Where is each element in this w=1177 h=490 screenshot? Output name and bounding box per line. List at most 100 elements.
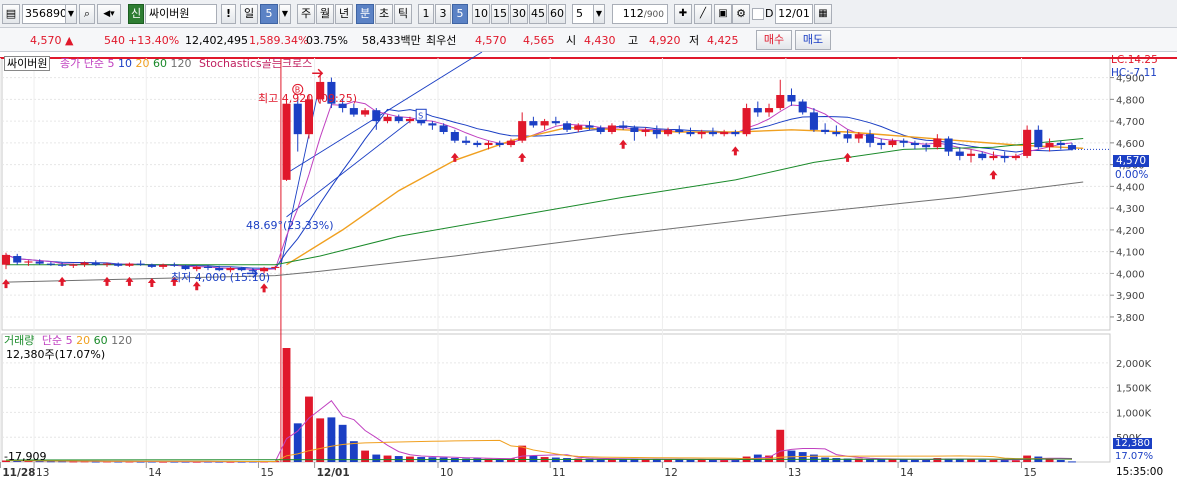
candle-body <box>697 131 706 135</box>
current-price-value: 4,570 <box>30 34 62 47</box>
last-volume: 12,380주(17.07%) <box>6 348 106 361</box>
candle-body <box>753 108 762 113</box>
volume-bar <box>349 441 358 462</box>
date-checkbox[interactable] <box>752 8 764 20</box>
chart-menu-icon[interactable]: ▤ <box>2 4 20 24</box>
minute-10-button[interactable]: 10 <box>472 4 490 24</box>
candle-body <box>69 264 78 266</box>
time-tick-label: 11 <box>552 467 565 479</box>
candle-body <box>955 151 964 156</box>
candle-body <box>787 94 796 102</box>
draw-line-tool-icon[interactable]: ╱ <box>694 4 712 24</box>
period-second[interactable]: 초 <box>375 4 393 24</box>
interval-dropdown-icon[interactable]: ▼ <box>593 4 605 24</box>
speaker-icon[interactable]: ◀▾ <box>97 4 121 24</box>
price-tick-label: 4,600 <box>1116 139 1145 150</box>
minute-3-button[interactable]: 3 <box>435 4 451 24</box>
legend-ma5: 5 <box>107 57 115 70</box>
day-dropdown-icon[interactable]: ▼ <box>279 4 291 24</box>
candle-body <box>798 101 807 113</box>
period-week[interactable]: 주 <box>297 4 315 24</box>
legend-ma10: 10 <box>117 57 132 70</box>
minute-60-button[interactable]: 60 <box>548 4 566 24</box>
lc-value: LC:14.25 <box>1111 54 1158 66</box>
buy-button[interactable]: 매수 <box>756 30 792 50</box>
minute-5-button[interactable]: 5 <box>452 4 468 24</box>
candle-body <box>664 129 673 135</box>
legend-ma-label: 종가 단순 <box>59 57 104 70</box>
candle-body <box>349 108 358 115</box>
candle-body <box>978 153 987 159</box>
candle-body <box>1056 142 1065 146</box>
buy-signal-arrow <box>843 152 852 162</box>
period-month[interactable]: 월 <box>316 4 334 24</box>
volume-bar <box>529 455 538 462</box>
candle-body <box>102 263 112 265</box>
candle-body <box>596 127 605 132</box>
low-price: 4,425 <box>707 34 739 47</box>
price-tick-label: 3,900 <box>1116 291 1145 302</box>
current-volume-tag: 12,380 <box>1113 438 1152 449</box>
candle-body <box>1034 129 1043 148</box>
volume-ma5-line <box>5 399 1073 463</box>
interval-input[interactable]: 5 <box>572 4 594 24</box>
volume-bar <box>888 459 897 462</box>
stock-name-field[interactable]: 싸이버원 <box>145 4 217 24</box>
code-dropdown-icon[interactable]: ▼ <box>65 4 77 24</box>
volume-bar <box>1068 461 1076 463</box>
chart-area[interactable]: 3,8003,9004,0004,1004,2004,3004,4004,500… <box>0 51 1177 487</box>
candle-body <box>462 140 471 143</box>
period-year[interactable]: 년 <box>335 4 353 24</box>
period-tick[interactable]: 틱 <box>394 4 412 24</box>
time-tick-label: 15 <box>260 467 273 479</box>
candle-body <box>888 140 897 146</box>
candle-body <box>58 264 67 266</box>
candle-body <box>383 116 392 122</box>
candle-body <box>46 263 55 265</box>
volume-bar <box>922 459 931 462</box>
sell-button[interactable]: 매도 <box>795 30 831 50</box>
crosshair-tool-icon[interactable]: ✚ <box>674 4 692 24</box>
minute-45-button[interactable]: 45 <box>529 4 547 24</box>
volume-bar <box>293 423 302 462</box>
volume-bar <box>809 454 818 462</box>
price-tick-label: 4,000 <box>1116 269 1145 280</box>
candle-body <box>944 138 953 152</box>
candle-body <box>24 261 33 263</box>
volume-bar <box>383 455 392 462</box>
candle-body <box>136 263 145 265</box>
candle-body <box>1067 145 1077 150</box>
candle-body <box>619 125 628 128</box>
save-image-icon[interactable]: ▣ <box>714 4 732 24</box>
buy-signal-arrow <box>2 279 10 289</box>
high-label: 고 <box>628 34 639 47</box>
candle-body <box>203 266 213 268</box>
price-tick-label: 4,300 <box>1116 204 1145 215</box>
minute-30-button[interactable]: 30 <box>510 4 528 24</box>
period-day-count[interactable]: 5 <box>260 4 278 24</box>
candle-body <box>1 254 11 265</box>
search-icon[interactable]: ⌕ <box>79 4 95 24</box>
time-tag: 15:35:00 <box>1116 466 1164 478</box>
period-day[interactable]: 일 <box>240 4 258 24</box>
price-tick-label: 4,800 <box>1116 95 1145 106</box>
minute-15-button[interactable]: 15 <box>491 4 509 24</box>
date-input[interactable]: 12/01 <box>775 4 813 24</box>
candle-body <box>1023 129 1032 156</box>
price-tick-label: 3,800 <box>1116 313 1145 324</box>
alert-icon[interactable]: ! <box>221 4 236 24</box>
minute-1-button[interactable]: 1 <box>418 4 434 24</box>
candle-body <box>675 129 684 132</box>
turnover-rate: 03.75% <box>306 34 348 47</box>
period-minute[interactable]: 분 <box>356 4 374 24</box>
settings-gear-icon[interactable]: ⚙ <box>732 4 750 24</box>
calendar-icon[interactable]: ▦ <box>814 4 832 24</box>
candle-body <box>708 131 717 135</box>
stock-code-input[interactable]: 356890 <box>22 4 66 24</box>
count-total: /900 <box>643 10 664 20</box>
candle-body <box>540 121 549 126</box>
volume-panel-frame <box>1 333 1111 463</box>
time-tick-label: 12/01 <box>317 467 350 479</box>
count-field[interactable]: 112/900 <box>612 4 668 24</box>
date-checkbox-label: D <box>765 7 774 20</box>
